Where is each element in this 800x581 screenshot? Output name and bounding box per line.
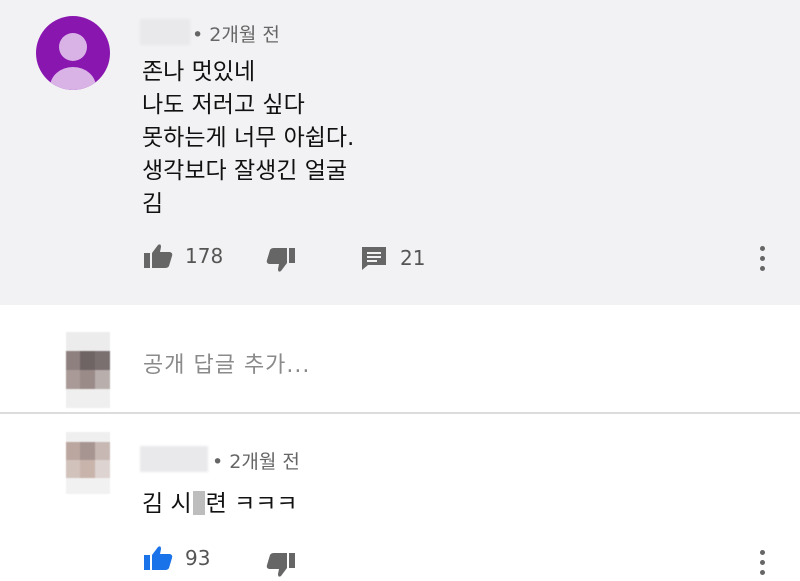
comment-timestamp: • 2개월 전 bbox=[192, 24, 280, 46]
like-count: 178 bbox=[185, 244, 224, 268]
like-button[interactable]: 93 bbox=[143, 545, 210, 571]
dislike-button[interactable] bbox=[266, 552, 296, 578]
reply-text-part: 련 ㅋㅋㅋ bbox=[205, 491, 298, 517]
avatar-head bbox=[59, 33, 87, 61]
thumbs-down-icon bbox=[266, 552, 296, 578]
reply-count: 21 bbox=[400, 246, 426, 270]
censor-block bbox=[192, 491, 205, 515]
reply-button[interactable]: 21 bbox=[360, 245, 425, 271]
more-vert-icon[interactable] bbox=[758, 550, 766, 575]
thumbs-up-icon bbox=[143, 545, 173, 571]
comment-line: 못하는게 너무 아쉽다. bbox=[142, 125, 355, 151]
more-vert-icon[interactable] bbox=[758, 246, 766, 271]
reply-text-part: 김 시 bbox=[142, 491, 192, 517]
dislike-button[interactable] bbox=[266, 247, 296, 273]
avatar[interactable] bbox=[66, 332, 110, 408]
author-name-blurred[interactable] bbox=[140, 446, 208, 472]
reply-timestamp: • 2개월 전 bbox=[212, 451, 300, 473]
like-count: 93 bbox=[185, 546, 211, 570]
add-reply-input[interactable]: 공개 답글 추가... bbox=[143, 347, 310, 379]
comment-line: 김 bbox=[142, 191, 164, 217]
avatar[interactable] bbox=[36, 16, 110, 90]
comment-card: • 2개월 전 존나 멋있네 나도 저러고 싶다 못하는게 너무 아쉽다. 생각… bbox=[0, 0, 800, 305]
comment-line: 생각보다 잘생긴 얼굴 bbox=[142, 158, 348, 184]
comment-line: 나도 저러고 싶다 bbox=[142, 92, 305, 118]
author-name-blurred[interactable] bbox=[140, 19, 190, 45]
comment-icon bbox=[360, 245, 388, 271]
like-button[interactable]: 178 bbox=[143, 243, 223, 269]
reply-text: 김 시 련 ㅋㅋㅋ bbox=[142, 484, 298, 518]
comment-text: 존나 멋있네 나도 저러고 싶다 못하는게 너무 아쉽다. 생각보다 잘생긴 얼… bbox=[142, 56, 354, 221]
avatar-body bbox=[50, 67, 96, 90]
avatar[interactable] bbox=[66, 432, 110, 494]
comment-line: 존나 멋있네 bbox=[142, 59, 256, 85]
divider bbox=[0, 412, 800, 414]
thumbs-down-icon bbox=[266, 247, 296, 273]
add-reply-row: 공개 답글 추가... bbox=[0, 305, 800, 413]
thumbs-up-icon bbox=[143, 243, 173, 269]
